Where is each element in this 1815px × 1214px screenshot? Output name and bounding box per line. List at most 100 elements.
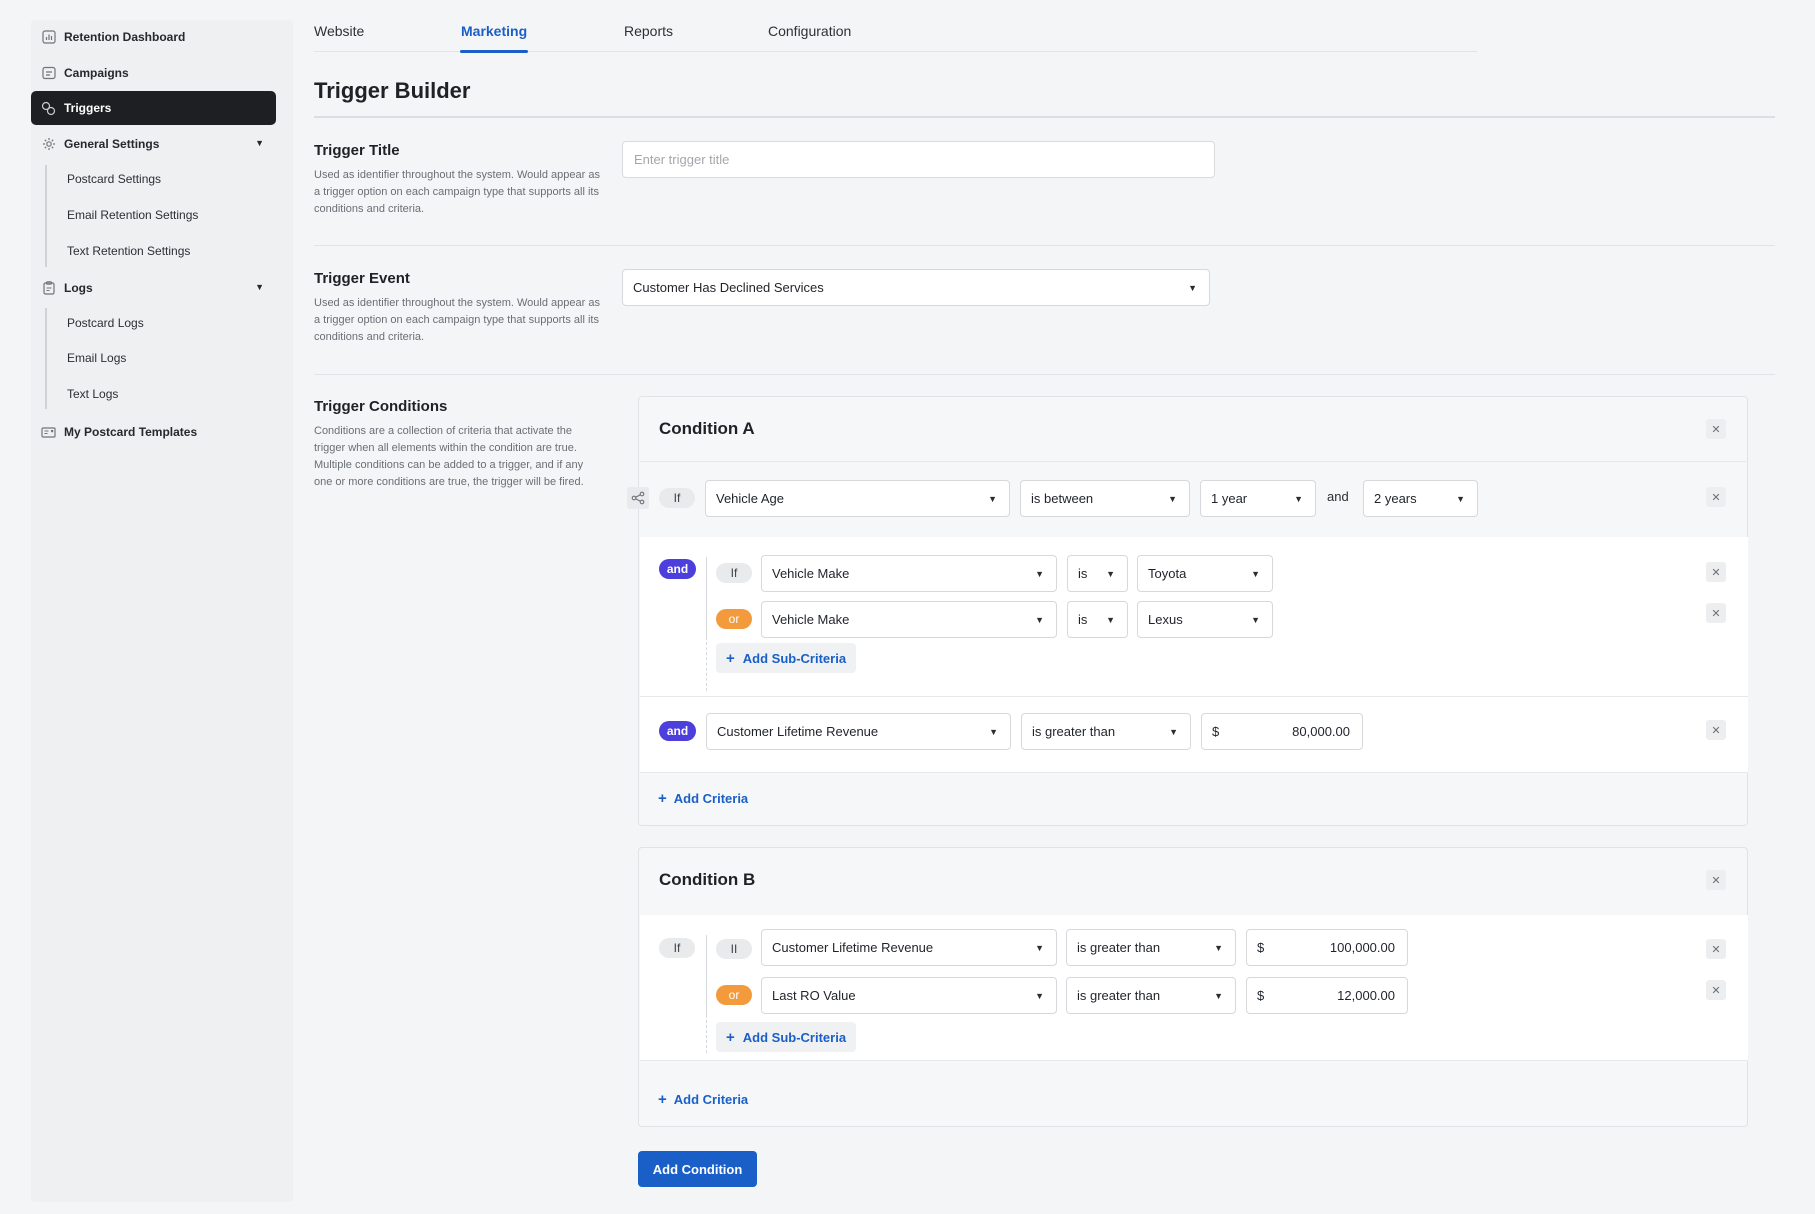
remove-subcriteria-close-icon[interactable]: ✕ xyxy=(1706,562,1726,582)
criteria-to-select[interactable]: 2 years ▼ xyxy=(1363,480,1478,517)
plus-icon: + xyxy=(726,649,735,667)
divider xyxy=(314,374,1775,375)
clipboard-icon xyxy=(41,281,56,296)
subcriteria-value-select[interactable]: Lexus ▼ xyxy=(1137,601,1273,638)
amount-value: 12,000.00 xyxy=(1337,988,1395,1003)
subcriteria-field-select[interactable]: Last RO Value ▼ xyxy=(761,977,1057,1014)
criteria-field-select[interactable]: Vehicle Age ▼ xyxy=(705,480,1010,517)
tab-reports[interactable]: Reports xyxy=(624,23,673,39)
button-label: Add Criteria xyxy=(673,791,749,806)
condition-a-title: Condition A xyxy=(659,419,755,438)
postcard-icon xyxy=(41,425,56,440)
bar-chart-icon xyxy=(41,30,56,45)
page-title: Trigger Builder xyxy=(314,78,471,103)
if-pill: If xyxy=(659,938,695,958)
or-pill: or xyxy=(716,985,752,1005)
remove-criteria-close-icon[interactable]: ✕ xyxy=(1706,487,1726,507)
add-criteria-button[interactable]: + Add Criteria xyxy=(658,1091,748,1108)
if-pill: If xyxy=(659,488,695,508)
sidebar-subitem-text-logs[interactable]: Text Logs xyxy=(67,387,118,401)
top-tabs: Website Marketing Reports Configuration xyxy=(314,20,1477,53)
currency-symbol: $ xyxy=(1257,988,1265,1003)
caret-down-icon: ▼ xyxy=(1169,727,1178,737)
sidebar-item-label: Campaigns xyxy=(64,66,129,80)
sidebar-subitem-postcard-settings[interactable]: Postcard Settings xyxy=(67,172,161,186)
sidebar-subitem-email-logs[interactable]: Email Logs xyxy=(67,351,126,365)
add-criteria-button[interactable]: + Add Criteria xyxy=(658,790,748,807)
sidebar-item-my-postcard-templates[interactable]: My Postcard Templates xyxy=(31,415,276,449)
sidebar-item-triggers[interactable]: Triggers xyxy=(31,91,276,125)
share-node-icon[interactable] xyxy=(627,487,649,509)
group-line xyxy=(706,935,707,1015)
select-value: is xyxy=(1078,566,1088,581)
criteria-from-select[interactable]: 1 year ▼ xyxy=(1200,480,1316,517)
or-pill: or xyxy=(716,609,752,629)
sidebar-item-label: My Postcard Templates xyxy=(64,425,198,439)
remove-condition-a-close-icon[interactable]: ✕ xyxy=(1706,419,1726,439)
subcriteria-operator-select[interactable]: is ▼ xyxy=(1067,555,1128,592)
amount-input[interactable]: $ 12,000.00 xyxy=(1246,977,1408,1014)
add-condition-button[interactable]: Add Condition xyxy=(638,1151,757,1187)
trigger-conditions-description: Conditions are a collection of criteria … xyxy=(314,425,584,488)
subcriteria-operator-select[interactable]: is greater than ▼ xyxy=(1066,977,1236,1014)
condition-a-card: Condition A ✕ If Vehicle Age ▼ is between… xyxy=(638,396,1748,826)
trigger-event-select[interactable]: Customer Has Declined Services ▼ xyxy=(622,269,1210,306)
remove-subcriteria-close-icon[interactable]: ✕ xyxy=(1706,603,1726,623)
remove-subcriteria-close-icon[interactable]: ✕ xyxy=(1706,980,1726,1000)
sidebar-item-general-settings[interactable]: General Settings ▼ xyxy=(31,127,276,161)
select-value: Vehicle Age xyxy=(716,491,784,506)
criteria-operator-select[interactable]: is between ▼ xyxy=(1020,480,1190,517)
criteria-field-select[interactable]: Customer Lifetime Revenue ▼ xyxy=(706,713,1011,750)
divider xyxy=(640,772,1748,773)
trigger-title-input[interactable] xyxy=(622,141,1215,178)
triggers-icon xyxy=(41,101,56,116)
chevron-down-icon[interactable]: ▼ xyxy=(255,138,264,148)
sidebar-item-label: Retention Dashboard xyxy=(64,30,186,44)
remove-subcriteria-close-icon[interactable]: ✕ xyxy=(1706,939,1726,959)
tab-configuration[interactable]: Configuration xyxy=(768,23,851,39)
subcriteria-field-select[interactable]: Customer Lifetime Revenue ▼ xyxy=(761,929,1057,966)
subcriteria-field-select[interactable]: Vehicle Make ▼ xyxy=(761,555,1057,592)
sidebar-subitem-postcard-logs[interactable]: Postcard Logs xyxy=(67,316,144,330)
subcriteria-operator-select[interactable]: is greater than ▼ xyxy=(1066,929,1236,966)
divider xyxy=(640,461,1748,462)
trigger-conditions-heading: Trigger Conditions xyxy=(314,398,448,415)
sidebar-item-logs[interactable]: Logs ▼ xyxy=(31,271,276,305)
amount-input[interactable]: $ 100,000.00 xyxy=(1246,929,1408,966)
subcriteria-value-select[interactable]: Toyota ▼ xyxy=(1137,555,1273,592)
caret-down-icon: ▼ xyxy=(1035,615,1044,625)
divider xyxy=(314,116,1775,118)
caret-down-icon: ▼ xyxy=(1214,991,1223,1001)
select-value: Customer Lifetime Revenue xyxy=(772,940,934,955)
sidebar-subitem-email-retention-settings[interactable]: Email Retention Settings xyxy=(67,208,198,222)
amount-input[interactable]: $ 80,000.00 xyxy=(1201,713,1363,750)
divider xyxy=(314,245,1775,246)
caret-down-icon: ▼ xyxy=(1035,991,1044,1001)
criteria-operator-select[interactable]: is greater than ▼ xyxy=(1021,713,1191,750)
criteria-band: If II Customer Lifetime Revenue ▼ is grea… xyxy=(640,915,1748,1060)
subcriteria-operator-select[interactable]: is ▼ xyxy=(1067,601,1128,638)
add-sub-criteria-button[interactable]: + Add Sub-Criteria xyxy=(716,643,857,673)
group-line xyxy=(706,557,707,637)
divider xyxy=(640,1060,1748,1061)
chevron-down-icon[interactable]: ▼ xyxy=(255,282,264,292)
sidebar-subitem-text-retention-settings[interactable]: Text Retention Settings xyxy=(67,244,190,258)
tab-marketing[interactable]: Marketing xyxy=(461,23,527,39)
caret-down-icon: ▼ xyxy=(1251,569,1260,579)
select-value: Vehicle Make xyxy=(772,566,850,581)
condition-b-card: Condition B ✕ If II Customer Lifetime Re… xyxy=(638,847,1748,1127)
caret-down-icon: ▼ xyxy=(988,494,997,504)
remove-condition-b-close-icon[interactable]: ✕ xyxy=(1706,870,1726,890)
remove-criteria-close-icon[interactable]: ✕ xyxy=(1706,720,1726,740)
sidebar-item-campaigns[interactable]: Campaigns xyxy=(31,56,276,90)
caret-down-icon: ▼ xyxy=(989,727,998,737)
if-pill: II xyxy=(716,939,752,959)
select-value: Customer Lifetime Revenue xyxy=(717,724,879,739)
plus-icon: + xyxy=(726,1028,735,1046)
group-line xyxy=(706,637,707,691)
add-sub-criteria-button[interactable]: + Add Sub-Criteria xyxy=(716,1022,857,1052)
gear-icon xyxy=(41,137,56,152)
sidebar-item-retention-dashboard[interactable]: Retention Dashboard xyxy=(31,20,276,54)
subcriteria-field-select[interactable]: Vehicle Make ▼ xyxy=(761,601,1057,638)
tab-website[interactable]: Website xyxy=(314,23,364,39)
